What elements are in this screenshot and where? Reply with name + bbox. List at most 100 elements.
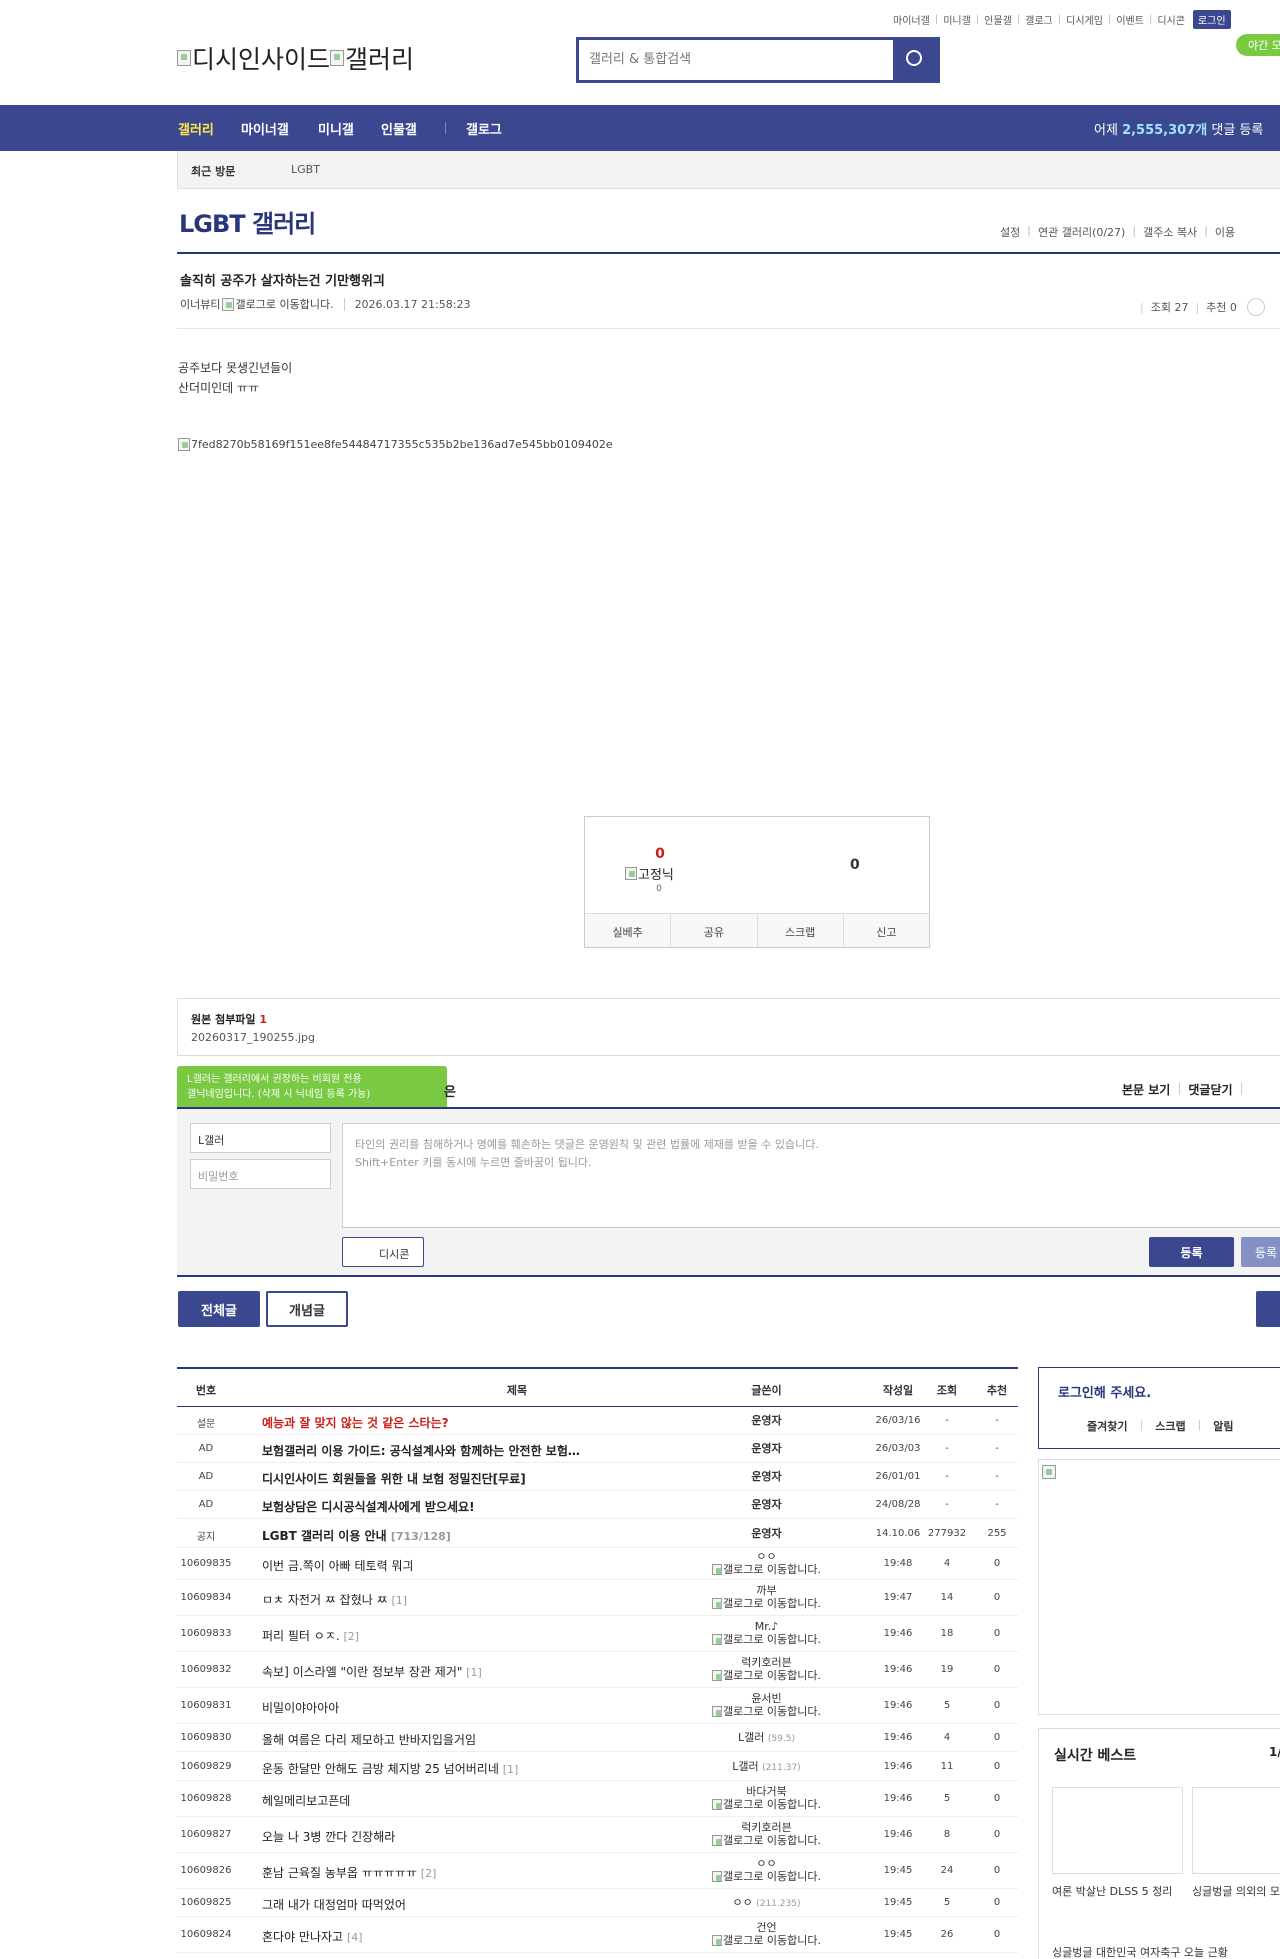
util-link-minor[interactable]: 마이너갤 [893,12,930,27]
table-row[interactable]: 10609827 오늘 나 3병 깐다 긴장해라 럭키호러븐 갤로그로 이동합니다.… [177,1817,1018,1853]
post-title-link[interactable]: 속보] 이스라엘 "이란 정보부 장관 제거" [1] [262,1663,482,1680]
favorites-link[interactable]: 즐겨찾기 [1087,1418,1127,1434]
post-writer[interactable]: ㅇㅇ (211.235) [697,1896,836,1911]
more-icon[interactable] [1246,298,1265,316]
post-writer[interactable]: L갤러 (211.37) [697,1760,836,1775]
table-row[interactable]: 10609825 그래 내가 대정엄마 따먹었어 ㅇㅇ (211.235) 19:4… [177,1889,1018,1917]
nav-gallog[interactable]: 갤로그 [466,119,502,138]
nickname-field[interactable]: L갤러 [190,1123,331,1153]
post-title-link[interactable]: LGBT 갤러리 이용 안내 [713/128] [262,1527,451,1544]
table-row[interactable]: 10609833 퍼리 필터 ㅇㅈ. [2] Mr.♪ 갤로그로 이동합니다. 19:4… [177,1616,1018,1652]
post-title-link[interactable]: 혼다야 만나자고 [4] [262,1928,363,1945]
nav-gallery[interactable]: 갤러리 [178,119,214,138]
gallery-usage[interactable]: 이용 [1215,224,1235,240]
alarm-link[interactable]: 알림 [1213,1418,1233,1434]
post-title-link[interactable]: ㅁㅊ 자전거 ㅉ 잡혔나 ㅉ [1] [262,1591,407,1608]
util-link-mini[interactable]: 미니갤 [943,12,971,27]
post-writer[interactable]: 운영자 [697,1470,836,1485]
post-writer[interactable]: 운영자 [697,1442,836,1457]
best-recommend-button[interactable]: 실베추 [585,914,672,947]
post-writer[interactable]: L갤러 (59.5) [697,1731,836,1746]
tab-concept-posts[interactable]: 개념글 [266,1291,348,1327]
best-item[interactable]: 여론 박살난 DLSS 5 정리 [1052,1884,1183,1900]
post-writer[interactable]: 럭키호러븐 갤로그로 이동합니다. [697,1656,836,1682]
table-row[interactable]: 10609829 운동 한달만 안해도 금방 체지방 25 넘어버리네 [1] L갤… [177,1752,1018,1781]
post-title-link[interactable]: 퍼리 필터 ㅇㅈ. [2] [262,1627,359,1644]
gallog-icon[interactable] [222,297,235,311]
post-title-link[interactable]: 헤일메리보고픈데 [262,1792,350,1809]
scrap-button[interactable]: 스크랩 [758,914,844,947]
password-field[interactable]: 비밀번호 [190,1159,331,1189]
table-row[interactable]: 공지 LGBT 갤러리 이용 안내 [713/128] 운영자 14.10.06 27… [177,1519,1018,1548]
night-mode-toggle[interactable]: 야간 모 [1236,34,1280,56]
post-writer[interactable]: Mr.♪ 갤로그로 이동합니다. [697,1620,836,1646]
tab-all-posts[interactable]: 전체글 [178,1291,260,1327]
post-writer[interactable]: 럭키호러븐 갤로그로 이동합니다. [697,1821,836,1847]
post-writer[interactable]: 운영자 [697,1498,836,1513]
post-image[interactable]: 7fed8270b58169f151ee8fe54484717355c535b2… [178,438,613,451]
post-writer[interactable]: 까부 갤로그로 이동합니다. [697,1584,836,1610]
post-writer[interactable]: ㅇㅇ 갤로그로 이동합니다. [697,1550,836,1576]
submit-recommend-button[interactable]: 등록 [1241,1237,1280,1267]
table-row[interactable]: 10609824 혼다야 만나자고 [4] 건언 갤로그로 이동합니다. 19:45 26… [177,1917,1018,1953]
recent-visit-gallery[interactable]: LGBT [291,163,320,176]
table-row[interactable]: 10609831 비밀이야아아아 윤서빈 갤로그로 이동합니다. 19:46 5 0 [177,1688,1018,1724]
table-row[interactable]: 10609835 이번 금.쪽이 아빠 테토력 뭐긔 ㅇㅇ 갤로그로 이동합니다. 1… [177,1548,1018,1580]
report-button[interactable]: 신고 [844,914,929,947]
nav-mini[interactable]: 미니갤 [318,119,354,138]
table-row[interactable]: 10609834 ㅁㅊ 자전거 ㅉ 잡혔나 ㅉ [1] 까부 갤로그로 이동합니다. 1… [177,1580,1018,1616]
search-icon[interactable] [893,40,937,80]
table-row[interactable]: 설문 예능과 잘 맞지 않는 것 같은 스타는? 운영자 26/03/16- - [177,1407,1018,1435]
post-writer[interactable]: ㅇㅇ 갤로그로 이동합니다. [697,1857,836,1883]
table-row[interactable]: 10609832 속보] 이스라엘 "이란 정보부 장관 제거" [1] 럭키호러븐… [177,1652,1018,1688]
site-logo[interactable]: 디시인사이드 갤러리 [177,40,414,76]
table-row[interactable]: 10609830 올해 여름은 다리 제모하고 반바지입을거임 L갤러 (59.5… [177,1724,1018,1752]
util-link-person[interactable]: 인물갤 [984,12,1012,27]
post-title-link[interactable]: 그래 내가 대정엄마 따먹었어 [262,1896,406,1913]
copy-gallery-url[interactable]: 갤주소 복사 [1143,224,1197,240]
post-title-link[interactable]: 올해 여름은 다리 제모하고 반바지입을거임 [262,1731,476,1748]
related-galleries[interactable]: 연관 갤러리(0/27) [1038,224,1125,240]
post-title-link[interactable]: 보험갤러리 이용 가이드: 공식설계사와 함께하는 안전한 보험… [262,1442,580,1459]
util-link-gallog[interactable]: 갤로그 [1025,12,1053,27]
post-writer[interactable]: 건언 갤로그로 이동합니다. [697,1921,836,1947]
write-button[interactable] [1256,1291,1280,1327]
post-writer[interactable]: 바다거북 갤로그로 이동합니다. [697,1785,836,1811]
view-body-link[interactable]: 본문 보기 [1122,1081,1170,1098]
util-link-dccon[interactable]: 디시콘 [1157,12,1185,27]
post-title-link[interactable]: 예능과 잘 맞지 않는 것 같은 스타는? [262,1414,449,1431]
post-writer[interactable]: 운영자 [697,1414,836,1429]
best-thumbnail[interactable] [1192,1787,1280,1874]
nav-person[interactable]: 인물갤 [381,119,417,138]
post-title-link[interactable]: 비밀이야아아아 [262,1699,339,1716]
ad-banner[interactable] [1038,1459,1280,1715]
util-link-event[interactable]: 이벤트 [1116,12,1144,27]
post-title-link[interactable]: 훈남 근육질 농부옵 ㅠㅠㅠㅠㅠ [2] [262,1864,436,1881]
share-button[interactable]: 공유 [671,914,758,947]
table-row[interactable]: AD 보험갤러리 이용 가이드: 공식설계사와 함께하는 안전한 보험… 운영자 … [177,1435,1018,1463]
post-writer[interactable]: 운영자 [697,1527,836,1542]
best-item[interactable]: 싱글벙글 대한민국 여자축구 오늘 근황 [1052,1944,1280,1959]
post-author[interactable]: 이너뷰티 [180,296,220,312]
login-button[interactable]: 로그인 [1192,10,1231,29]
best-item[interactable]: 싱글벙글 의외의 모습이었던 우리나라 좌 [1192,1884,1280,1900]
table-row[interactable]: AD 디시인사이드 회원들을 위한 내 보험 정밀진단[무료] 운영자 26/01… [177,1463,1018,1491]
post-title-link[interactable]: 이번 금.쪽이 아빠 테토력 뭐긔 [262,1557,414,1574]
submit-button[interactable]: 등록 [1149,1237,1234,1267]
table-row[interactable]: 10609828 헤일메리보고픈데 바다거북 갤로그로 이동합니다. 19:46 5 0 [177,1781,1018,1817]
search-input[interactable] [579,40,889,78]
post-title-link[interactable]: 디시인사이드 회원들을 위한 내 보험 정밀진단[무료] [262,1470,526,1487]
login-title[interactable]: 로그인해 주세요. [1058,1382,1151,1401]
comment-textarea[interactable]: 타인의 권리를 침해하거나 명예를 훼손하는 댓글은 운영원칙 및 관련 법률에… [342,1123,1280,1228]
util-link-game[interactable]: 디시게임 [1066,12,1103,27]
close-comments-link[interactable]: 댓글닫기 [1188,1081,1232,1098]
best-thumbnail[interactable] [1052,1787,1183,1874]
scrap-link[interactable]: 스크랩 [1155,1418,1185,1434]
post-title-link[interactable]: 운동 한달만 안해도 금방 체지방 25 넘어버리네 [1] [262,1760,518,1777]
gallery-settings[interactable]: 설정 [1000,224,1020,240]
gallery-title[interactable]: LGBT 갤러리 [179,204,316,239]
nav-minor[interactable]: 마이너갤 [241,119,289,138]
post-title-link[interactable]: 보험상담은 디시공식설계사에게 받으세요! [262,1498,475,1515]
table-row[interactable]: AD 보험상담은 디시공식설계사에게 받으세요! 운영자 24/08/28- - [177,1491,1018,1519]
dccon-button[interactable]: 디시콘 [342,1237,424,1267]
